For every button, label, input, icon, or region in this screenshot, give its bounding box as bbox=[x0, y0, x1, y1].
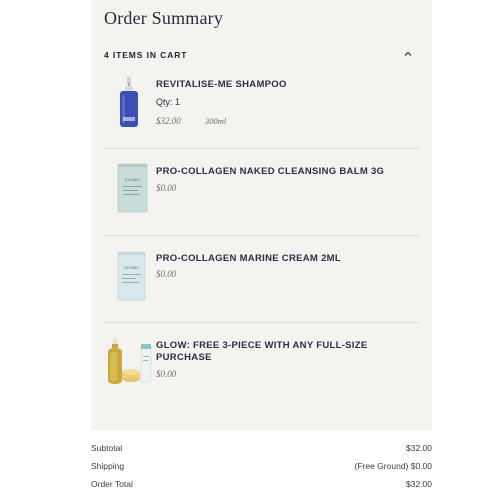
sachet-brand: ELEMIS bbox=[125, 177, 140, 182]
sachet-brand: ELEMIS bbox=[124, 265, 139, 270]
item-price: $0.00 bbox=[156, 183, 177, 193]
shipping-row: Shipping (Free Ground) $0.00 bbox=[91, 461, 432, 473]
chevron-up-icon[interactable] bbox=[402, 48, 414, 60]
sachet-image: ELEMIS bbox=[117, 251, 146, 301]
order-total-label: Order Total bbox=[91, 479, 133, 489]
order-total-row: Order Total $32.00 bbox=[91, 479, 432, 491]
shipping-value: (Free Ground) $0.00 bbox=[354, 461, 432, 471]
item-size: 300ml bbox=[205, 116, 227, 126]
subtotal-label: Subtotal bbox=[91, 443, 123, 453]
item-price: $32.00 bbox=[156, 116, 181, 126]
cart-header[interactable]: 4 ITEMS IN CART bbox=[104, 50, 414, 64]
order-summary-panel: Order Summary 4 ITEMS IN CART REVITALISE… bbox=[91, 0, 432, 430]
sachet-image: ELEMIS bbox=[117, 163, 148, 213]
subtotal-row: Subtotal $32.00 bbox=[91, 443, 432, 455]
shampoo-bottle-image bbox=[120, 77, 138, 127]
subtotal-value: $32.00 bbox=[406, 443, 432, 453]
item-name: REVITALISE-ME SHAMPOO bbox=[156, 79, 287, 90]
order-total-value: $32.00 bbox=[406, 479, 432, 489]
gift-set-image bbox=[108, 338, 152, 384]
item-name: PURCHASE bbox=[156, 352, 212, 363]
item-price: $0.00 bbox=[156, 269, 177, 279]
item-divider bbox=[104, 235, 420, 236]
item-name: GLOW: FREE 3-PIECE WITH ANY FULL-SIZE bbox=[156, 340, 368, 351]
shipping-label: Shipping bbox=[91, 461, 125, 471]
order-summary-title: Order Summary bbox=[104, 8, 224, 28]
cart-item-count: 4 ITEMS IN CART bbox=[104, 50, 188, 60]
item-name: PRO-COLLAGEN NAKED CLEANSING BALM 3G bbox=[156, 166, 385, 177]
item-qty: Qty: 1 bbox=[156, 97, 181, 107]
item-price: $0.00 bbox=[156, 369, 177, 379]
item-divider bbox=[104, 322, 420, 323]
item-divider bbox=[104, 148, 420, 149]
item-name: PRO-COLLAGEN MARINE CREAM 2ML bbox=[156, 253, 341, 264]
